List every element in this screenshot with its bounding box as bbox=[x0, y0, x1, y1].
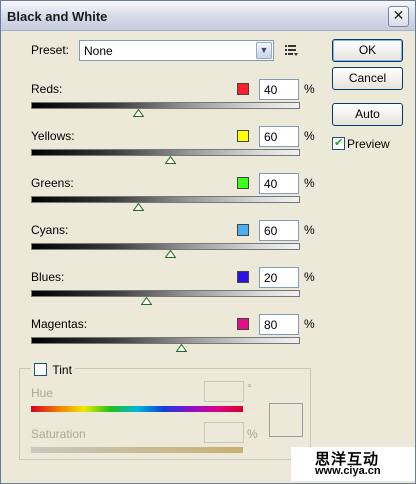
chevron-down-icon[interactable]: ▼ bbox=[256, 42, 272, 59]
hue-label: Hue bbox=[31, 386, 54, 400]
cyans-slider-thumb[interactable] bbox=[165, 250, 177, 258]
magentas-label: Magentas: bbox=[31, 317, 88, 331]
greens-label: Greens: bbox=[31, 176, 74, 190]
title-bar: Black and White ✕ bbox=[1, 1, 415, 31]
greens-slider-track[interactable] bbox=[31, 196, 300, 203]
saturation-label: Saturation bbox=[31, 427, 86, 441]
magentas-percent: % bbox=[304, 317, 315, 331]
cyans-label: Cyans: bbox=[31, 223, 69, 237]
yellows-slider-thumb[interactable] bbox=[165, 156, 177, 164]
saturation-slider-track[interactable] bbox=[31, 447, 243, 453]
tint-label: Tint bbox=[52, 362, 72, 377]
hue-degree-unit: ° bbox=[247, 381, 252, 395]
yellows-input[interactable]: 60 bbox=[259, 126, 299, 147]
saturation-percent: % bbox=[247, 427, 258, 441]
preset-label: Preset: bbox=[31, 43, 70, 57]
cyans-swatch bbox=[237, 224, 249, 236]
site-watermark: 思洋互动 www.ciya.cn bbox=[291, 447, 415, 481]
preset-value: None bbox=[84, 44, 113, 58]
tint-color-preview bbox=[269, 403, 303, 437]
magentas-slider-track[interactable] bbox=[31, 337, 300, 344]
list-options-icon[interactable] bbox=[284, 43, 298, 57]
reds-slider-thumb[interactable] bbox=[133, 109, 145, 117]
hue-input[interactable] bbox=[204, 381, 244, 402]
preview-label: Preview bbox=[347, 137, 390, 151]
yellows-slider-track[interactable] bbox=[31, 149, 300, 156]
reds-slider-track[interactable] bbox=[31, 102, 300, 109]
watermark-url: www.ciya.cn bbox=[315, 465, 381, 477]
greens-swatch bbox=[237, 177, 249, 189]
magentas-input[interactable]: 80 bbox=[259, 314, 299, 335]
blues-label: Blues: bbox=[31, 270, 65, 284]
close-icon: ✕ bbox=[392, 8, 405, 24]
blues-percent: % bbox=[304, 270, 315, 284]
cyans-input[interactable]: 60 bbox=[259, 220, 299, 241]
greens-slider-thumb[interactable] bbox=[133, 203, 145, 211]
saturation-input[interactable] bbox=[204, 422, 244, 443]
magentas-swatch bbox=[237, 318, 249, 330]
cancel-button[interactable]: Cancel bbox=[332, 67, 403, 90]
reds-input[interactable]: 40 bbox=[259, 79, 299, 100]
reds-label: Reds: bbox=[31, 82, 63, 96]
blues-swatch bbox=[237, 271, 249, 283]
blues-slider-track[interactable] bbox=[31, 290, 300, 297]
magentas-slider-thumb[interactable] bbox=[176, 344, 188, 352]
greens-input[interactable]: 40 bbox=[259, 173, 299, 194]
checkmark-icon: ✔ bbox=[334, 136, 344, 149]
cyans-slider-track[interactable] bbox=[31, 243, 300, 250]
preset-dropdown[interactable]: None ▼ bbox=[79, 40, 274, 61]
blues-slider-thumb[interactable] bbox=[141, 297, 153, 305]
auto-button[interactable]: Auto bbox=[332, 103, 403, 126]
preview-checkbox[interactable]: ✔ bbox=[332, 136, 345, 150]
blues-input[interactable]: 20 bbox=[259, 267, 299, 288]
yellows-label: Yellows: bbox=[31, 129, 75, 143]
dialog-title: Black and White bbox=[7, 9, 108, 24]
close-button[interactable]: ✕ bbox=[388, 6, 409, 27]
reds-swatch bbox=[237, 83, 249, 95]
hue-slider-track[interactable] bbox=[31, 406, 243, 412]
tint-checkbox-row[interactable]: Tint bbox=[31, 362, 75, 377]
black-and-white-dialog: Black and White ✕ Preset: None ▼ OK Canc… bbox=[0, 0, 416, 484]
reds-percent: % bbox=[304, 82, 315, 96]
ok-button[interactable]: OK bbox=[332, 39, 403, 62]
yellows-percent: % bbox=[304, 129, 315, 143]
cyans-percent: % bbox=[304, 223, 315, 237]
tint-checkbox[interactable] bbox=[34, 363, 47, 377]
greens-percent: % bbox=[304, 176, 315, 190]
yellows-swatch bbox=[237, 130, 249, 142]
